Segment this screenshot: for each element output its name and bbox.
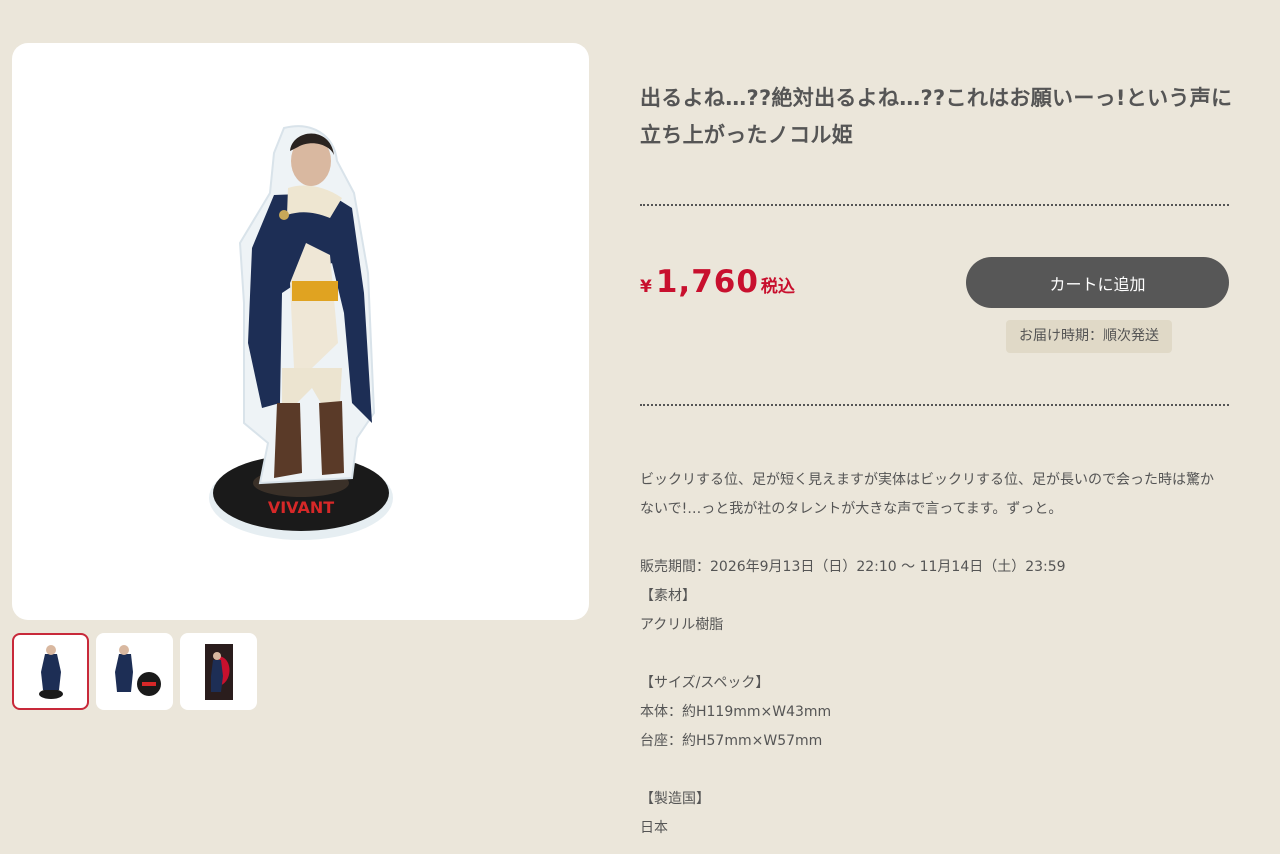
divider (640, 204, 1229, 206)
description-line-2: ないで!…っと我が社のタレントが大きな声で言ってます。ずっと。 (640, 501, 1063, 517)
product-title-line-2: 立ち上がったノコル姫 (640, 123, 853, 147)
country-value: 日本 (640, 820, 668, 836)
stand-with-base-thumbnail-icon (114, 644, 161, 696)
product-description: ビックリする位、足が短く見えますが実体はビックリする位、足が長いので会った時は驚… (640, 466, 1265, 843)
price-tax-label: 税込 (760, 277, 795, 297)
product-info: 出るよね…??絶対出るよね…??これはお願いーっ!という声に 立ち上がったノコル… (640, 80, 1260, 154)
price-amount: 1,760 (655, 264, 759, 300)
stand-front-thumbnail-icon (38, 644, 63, 699)
price: ¥ 1,760 税込 (640, 264, 795, 300)
thumbnail-3[interactable] (180, 633, 257, 710)
thumbnail-1[interactable] (12, 633, 89, 710)
material-value: アクリル樹脂 (640, 617, 724, 633)
material-heading: 【素材】 (640, 588, 696, 604)
thumbnail-list (12, 633, 257, 710)
sale-period: 販売期間：2026年9月13日（日）22:10 〜 11月14日（土）23:59 (640, 559, 1066, 575)
product-title: 出るよね…??絶対出るよね…??これはお願いーっ!という声に 立ち上がったノコル… (640, 80, 1250, 154)
package-thumbnail-icon (204, 643, 233, 700)
product-title-line-1: 出るよね…??絶対出るよね…??これはお願いーっ!という声に (640, 86, 1233, 110)
delivery-badge: お届け時期：順次発送 (1006, 320, 1172, 353)
thumbnail-2[interactable] (96, 633, 173, 710)
divider (640, 404, 1229, 406)
main-product-image: VIVANT (12, 43, 589, 620)
price-currency: ¥ (640, 277, 652, 297)
size-heading: 【サイズ/スペック】 (640, 675, 770, 691)
size-base: 台座：約H57mm×W57mm (640, 733, 823, 749)
add-to-cart-button[interactable]: カートに追加 (966, 257, 1229, 308)
size-body: 本体：約H119mm×W43mm (640, 704, 832, 720)
acrylic-stand-figure: VIVANT (209, 125, 393, 540)
description-line-1: ビックリする位、足が短く見えますが実体はビックリする位、足が長いので会った時は驚… (640, 472, 1214, 488)
vivant-logo: VIVANT (268, 498, 334, 517)
country-heading: 【製造国】 (640, 791, 710, 807)
